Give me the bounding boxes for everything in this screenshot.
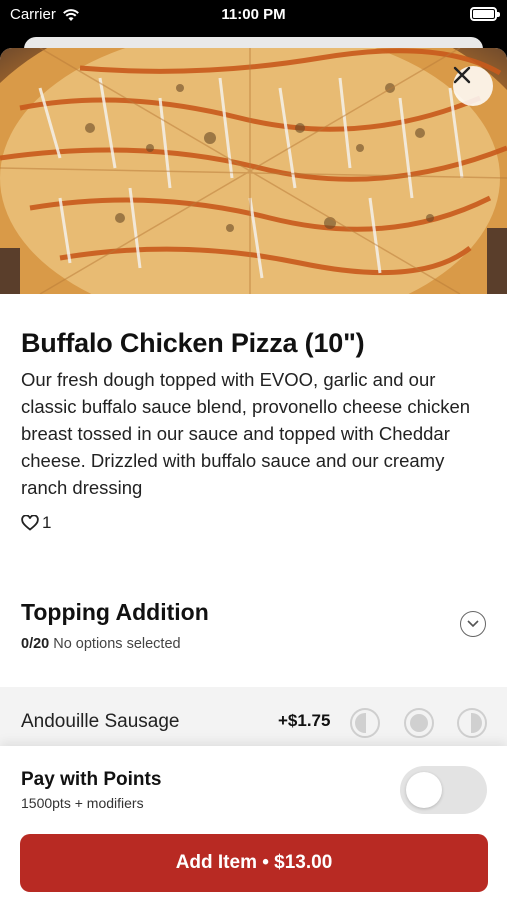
option-row[interactable]: Andouille Sausage +$1.75: [0, 687, 507, 753]
item-title: Buffalo Chicken Pizza (10"): [21, 328, 365, 358]
points-title: Pay with Points: [21, 769, 162, 790]
right-half-icon: [471, 713, 482, 733]
expand-modifier-button[interactable]: [460, 611, 486, 637]
chevron-down-icon: [467, 620, 479, 628]
status-time: 11:00 PM: [221, 6, 286, 23]
pizza-illustration: [0, 48, 507, 294]
modifier-group-status: 0/20 No options selected: [21, 636, 181, 652]
heart-icon: [21, 515, 39, 531]
points-subtitle: 1500pts + modifiers: [21, 795, 144, 811]
modifier-count: 0/20: [21, 636, 50, 652]
left-half-button[interactable]: [350, 708, 380, 738]
item-description: Our fresh dough topped with EVOO, garlic…: [21, 369, 471, 498]
item-photo: [0, 48, 507, 294]
close-button[interactable]: [453, 66, 493, 106]
like-count: 1: [42, 513, 52, 532]
modifier-group-title: Topping Addition: [21, 599, 209, 625]
whole-button[interactable]: [404, 708, 434, 738]
option-price: +$1.75: [278, 711, 331, 730]
battery-icon: [470, 7, 500, 21]
option-name: Andouille Sausage: [21, 711, 180, 732]
right-half-button[interactable]: [457, 708, 487, 738]
whole-icon: [410, 714, 428, 732]
close-icon: [453, 66, 471, 84]
points-toggle[interactable]: [400, 766, 487, 814]
checkout-footer: Pay with Points 1500pts + modifiers Add …: [0, 746, 507, 900]
toggle-knob: [406, 772, 442, 808]
add-item-button[interactable]: Add Item • $13.00: [20, 834, 488, 892]
item-detail-sheet: Buffalo Chicken Pizza (10") Our fresh do…: [0, 48, 507, 900]
status-bar: Carrier 11:00 PM: [0, 0, 507, 30]
left-half-icon: [355, 713, 366, 733]
like-button[interactable]: 1: [21, 513, 51, 533]
modifier-status-text: No options selected: [53, 636, 181, 652]
